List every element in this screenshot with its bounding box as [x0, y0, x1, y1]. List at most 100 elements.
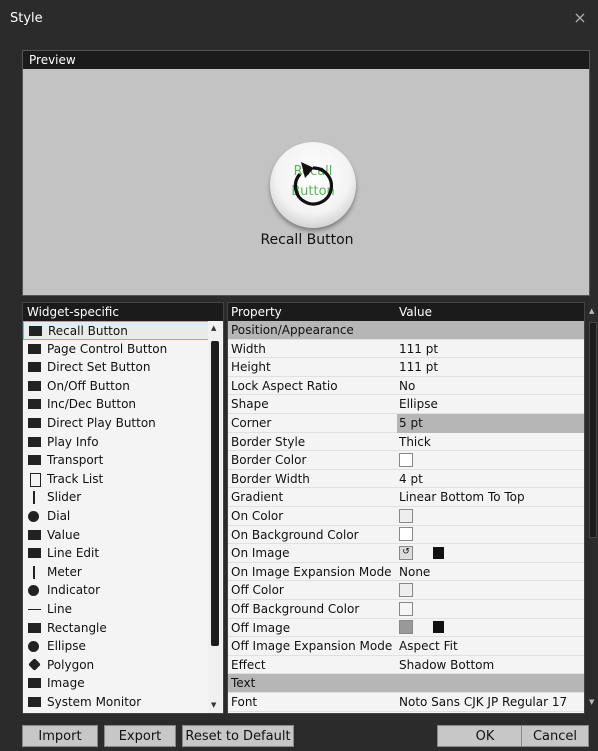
- property-value[interactable]: 5 pt: [397, 414, 584, 433]
- close-icon[interactable]: ×: [570, 8, 590, 28]
- scroll-up-icon[interactable]: ▲: [589, 307, 594, 315]
- property-row[interactable]: Effect Shadow Bottom: [228, 656, 584, 675]
- property-row[interactable]: Off Color: [228, 581, 584, 600]
- property-value[interactable]: 4 pt: [399, 470, 423, 489]
- property-value[interactable]: Shadow Bottom: [399, 656, 494, 675]
- property-value[interactable]: [399, 451, 413, 470]
- property-value-text: Aspect Fit: [399, 639, 458, 654]
- property-value[interactable]: 111 pt: [399, 358, 438, 377]
- color-swatch[interactable]: [399, 620, 413, 635]
- color-swatch[interactable]: [399, 582, 413, 597]
- widget-list-scroll-thumb[interactable]: [211, 341, 219, 646]
- property-value-text: Linear Bottom To Top: [399, 490, 525, 505]
- property-row[interactable]: Shape Ellipse: [228, 395, 584, 414]
- property-row[interactable]: On Image Expansion Mode None: [228, 563, 584, 582]
- color-swatch[interactable]: [399, 508, 413, 523]
- property-value[interactable]: [399, 600, 413, 619]
- widget-list-item[interactable]: Dial: [23, 507, 209, 526]
- property-table-scroll-thumb[interactable]: [589, 322, 597, 538]
- property-row[interactable]: On Image ↺: [228, 544, 584, 563]
- widget-list-item[interactable]: Image: [23, 674, 209, 693]
- widget-list-item[interactable]: On/Off Button: [23, 377, 209, 396]
- property-value[interactable]: [399, 581, 413, 600]
- widget-list-item-label: Rectangle: [47, 620, 107, 635]
- scroll-down-icon[interactable]: ▼: [211, 701, 216, 709]
- property-row[interactable]: On Color: [228, 507, 584, 526]
- property-row[interactable]: Border Style Thick: [228, 433, 584, 452]
- property-name: Off Image Expansion Mode: [231, 639, 393, 654]
- widget-list-item-label: Ellipse: [47, 639, 86, 654]
- property-value[interactable]: ↺: [399, 544, 444, 563]
- ok-button[interactable]: OK: [437, 725, 533, 747]
- property-value[interactable]: Linear Bottom To Top: [399, 488, 525, 507]
- property-row[interactable]: Corner 5 pt: [228, 414, 584, 433]
- widget-list-scrollbar[interactable]: ▲ ▼: [208, 321, 222, 713]
- widget-list-item[interactable]: Recall Button: [23, 321, 209, 340]
- widget-list-item[interactable]: Direct Play Button: [23, 414, 209, 433]
- widget-list-item[interactable]: Ellipse: [23, 637, 209, 656]
- property-row[interactable]: Off Image Expansion Mode Aspect Fit: [228, 637, 584, 656]
- property-row[interactable]: Off Image: [228, 619, 584, 638]
- widget-list-item[interactable]: Polygon: [23, 656, 209, 675]
- widget-list-item[interactable]: Page Control Button: [23, 340, 209, 359]
- color-swatch[interactable]: [399, 601, 413, 616]
- property-value[interactable]: Ellipse: [399, 395, 438, 414]
- property-column-header: Property: [231, 305, 282, 319]
- property-row[interactable]: On Background Color: [228, 526, 584, 545]
- cancel-button[interactable]: Cancel: [521, 725, 589, 747]
- color-swatch[interactable]: [399, 452, 413, 467]
- widget-list-item[interactable]: Value: [23, 526, 209, 545]
- widget-list-item[interactable]: Slider: [23, 488, 209, 507]
- property-value[interactable]: [399, 526, 413, 545]
- widget-list-item-label: Line: [47, 602, 73, 616]
- property-row[interactable]: Off Background Color: [228, 600, 584, 619]
- export-button[interactable]: Export: [104, 725, 176, 747]
- property-value[interactable]: [399, 619, 444, 638]
- widget-list-item[interactable]: Track List: [23, 470, 209, 489]
- widget-list-item-label: Indicator: [47, 583, 101, 598]
- property-row[interactable]: Font Noto Sans CJK JP Regular 17: [228, 693, 584, 712]
- trash-icon[interactable]: [433, 546, 444, 559]
- property-value-text: 111 pt: [399, 360, 439, 375]
- property-value[interactable]: [399, 507, 413, 526]
- property-row[interactable]: Border Width 4 pt: [228, 470, 584, 489]
- widget-list-item[interactable]: Inc/Dec Button: [23, 395, 209, 414]
- widget-list-item-label: Polygon: [47, 657, 95, 672]
- trash-icon[interactable]: [433, 621, 444, 634]
- property-row[interactable]: Gradient Linear Bottom To Top: [228, 488, 584, 507]
- recall-icon[interactable]: ↺: [399, 545, 413, 560]
- recall-icon: [293, 162, 334, 206]
- widget-list-item[interactable]: Play Info: [23, 433, 209, 452]
- property-row[interactable]: Lock Aspect Ratio No: [228, 377, 584, 396]
- widget-list-item[interactable]: Line Edit: [23, 544, 209, 563]
- reset-to-default-button[interactable]: Reset to Default: [182, 725, 294, 747]
- play-info-icon: [28, 436, 41, 447]
- scroll-down-icon[interactable]: ▼: [589, 698, 594, 706]
- property-value[interactable]: No: [399, 377, 415, 396]
- widget-list-item[interactable]: Direct Set Button: [23, 358, 209, 377]
- scroll-up-icon[interactable]: ▲: [211, 324, 216, 332]
- property-value[interactable]: Aspect Fit: [399, 637, 458, 656]
- widget-list-item[interactable]: Meter: [23, 563, 209, 582]
- property-row[interactable]: Border Color: [228, 451, 584, 470]
- widget-list-item-label: On/Off Button: [47, 378, 130, 393]
- widget-list-item[interactable]: System Monitor: [23, 693, 209, 712]
- property-value[interactable]: None: [399, 563, 430, 582]
- widget-list-item[interactable]: Rectangle: [23, 619, 209, 638]
- property-name: Off Background Color: [231, 602, 360, 616]
- property-table-scrollbar[interactable]: ▲ ▼: [588, 302, 598, 714]
- property-value[interactable]: Noto Sans CJK JP Regular 17: [399, 693, 567, 712]
- widget-list-item[interactable]: Transport: [23, 451, 209, 470]
- property-row[interactable]: Height 111 pt: [228, 358, 584, 377]
- color-swatch[interactable]: [399, 527, 413, 542]
- widget-list-item[interactable]: Line: [23, 600, 209, 619]
- widget-list-item-label: Page Control Button: [47, 341, 168, 356]
- widget-list-item-label: Dial: [47, 509, 71, 523]
- preview-header: Preview: [23, 51, 589, 69]
- polygon-icon: [28, 657, 41, 671]
- import-button[interactable]: Import: [22, 725, 98, 747]
- widget-list-item[interactable]: Indicator: [23, 581, 209, 600]
- property-value[interactable]: 111 pt: [399, 340, 438, 359]
- property-row[interactable]: Width 111 pt: [228, 340, 584, 359]
- property-value[interactable]: Thick: [399, 433, 431, 452]
